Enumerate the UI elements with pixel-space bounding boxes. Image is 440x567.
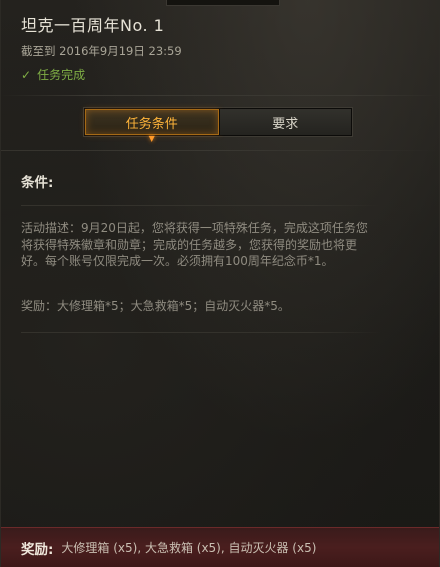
- mission-title: 坦克一百周年No. 1: [21, 16, 165, 35]
- chevron-down-icon: ▼: [148, 134, 155, 143]
- tab-conditions-label: 任务条件: [125, 116, 178, 132]
- mission-status-label: 任务完成: [37, 68, 86, 82]
- mission-status: ✓ 任务完成: [21, 66, 85, 83]
- divider: [21, 332, 381, 333]
- top-window-tab: [166, 0, 280, 6]
- tab-conditions[interactable]: 任务条件 ▼: [85, 109, 219, 143]
- conditions-description: 活动描述：9月20日起，您将获得一项特殊任务，完成这项任务您将获得特殊徽章和勋章…: [21, 221, 368, 268]
- checkmark-icon: ✓: [21, 67, 32, 82]
- conditions-heading: 条件:: [21, 175, 54, 191]
- divider: [1, 150, 439, 151]
- conditions-reward: 奖励：大修理箱*5；大急救箱*5；自动灭火器*5。: [21, 299, 290, 313]
- tab-requirements[interactable]: 要求: [218, 109, 351, 135]
- reward-footer-label: 奖励:: [21, 541, 54, 558]
- divider: [21, 205, 381, 206]
- mission-tabs: 任务条件 ▼ 要求: [84, 108, 352, 143]
- mission-panel: 坦克一百周年No. 1 截至到 2016年9月19日 23:59 ✓ 任务完成 …: [0, 0, 440, 567]
- tab-requirements-label: 要求: [272, 116, 299, 132]
- divider: [1, 95, 439, 96]
- reward-footer-text: 大修理箱 (x5), 大急救箱 (x5), 自动灭火器 (x5): [61, 541, 317, 555]
- mission-deadline: 截至到 2016年9月19日 23:59: [21, 44, 182, 58]
- reward-footer: 奖励: 大修理箱 (x5), 大急救箱 (x5), 自动灭火器 (x5): [1, 527, 439, 567]
